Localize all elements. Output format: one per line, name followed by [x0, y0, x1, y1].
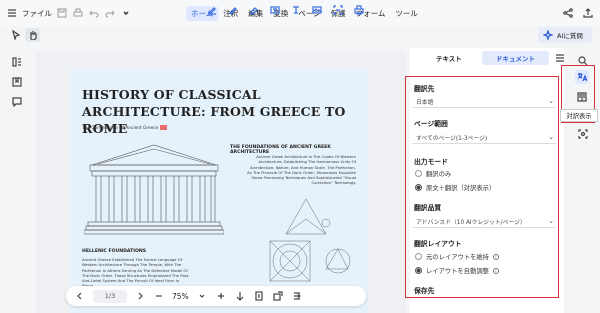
left-sidebar [0, 26, 40, 313]
fit-page-icon[interactable] [234, 290, 246, 302]
layout-option-keep[interactable]: 元のレイアウトを維持 i [415, 252, 499, 261]
radio-checked-icon [415, 184, 422, 191]
cornerstone-caption: The Cornerstone Of Ancient Greece [82, 125, 168, 131]
chevron-down-icon: ⌄ [548, 97, 554, 105]
next-page-icon[interactable] [134, 290, 146, 302]
ask-ai-label: AIに質問 [557, 32, 583, 40]
document-viewer[interactable]: HISTORY OF CLASSICAL ARCHITECTURE: FROM … [36, 52, 406, 313]
save-location-label: 保存先 [414, 287, 435, 295]
print-icon[interactable] [72, 7, 84, 19]
tab-document[interactable]: ドキュメント [482, 51, 549, 65]
bilingual-view-button[interactable] [575, 90, 589, 104]
cursor-icon [10, 29, 22, 41]
translate-icon [576, 71, 588, 83]
page-range-select[interactable]: すべてのページ(1-3ページ) ⌄ [412, 131, 556, 144]
zoom-out-icon[interactable] [153, 290, 165, 302]
hellenic-heading: HELLENIC FOUNDATIONS [82, 249, 147, 254]
layout-option-auto[interactable]: レイアウトを自動調整 i [415, 266, 499, 275]
eraser-tool-icon[interactable] [248, 4, 260, 16]
select-tool-button[interactable] [8, 28, 23, 42]
radio-checked-icon [415, 267, 422, 274]
file-menu[interactable]: ファイル [22, 8, 52, 19]
page-range-label: ページ範囲 [414, 120, 448, 128]
menu-tools[interactable]: ツール [390, 6, 423, 21]
text-box-tool-icon[interactable] [269, 4, 281, 16]
insert-text-tool-icon[interactable] [290, 4, 302, 16]
chevron-down-icon[interactable] [196, 290, 208, 302]
pen-tool-icon[interactable] [227, 4, 239, 16]
pdf-page: HISTORY OF CLASSICAL ARCHITECTURE: FROM … [70, 69, 368, 313]
page-navigator: 1/3 75% [66, 286, 366, 306]
ocr-tool-icon[interactable] [332, 4, 344, 16]
info-icon[interactable]: i [492, 267, 499, 274]
save-icon[interactable] [56, 7, 68, 19]
quality-value: アドバンスド（10 AIクレジット/ページ） [416, 219, 526, 226]
zoom-in-icon[interactable] [215, 290, 227, 302]
home-toolbar [206, 4, 365, 16]
undo-icon[interactable] [88, 7, 100, 19]
chevron-down-icon: ⌄ [548, 133, 554, 141]
zoom-level[interactable]: 75% [172, 292, 189, 301]
output-option-translation-only[interactable]: 翻訳のみ [415, 169, 451, 178]
layout-option-label: レイアウトを自動調整 [426, 268, 489, 275]
upload-icon[interactable] [582, 7, 594, 19]
translate-to-value: 日本語 [416, 99, 434, 106]
page-range-value: すべてのページ(1-3ページ) [416, 135, 488, 142]
hellenic-paragraph: Ancient Greece Established The Formal La… [82, 257, 190, 288]
hamburger-menu-icon[interactable] [6, 7, 18, 19]
scan-icon[interactable] [577, 128, 589, 140]
layout-label: 翻訳レイアウト [414, 240, 462, 248]
translate-button[interactable] [575, 70, 589, 84]
translate-to-select[interactable]: 日本語 ⌄ [412, 95, 556, 108]
translate-to-label: 翻訳先 [414, 85, 435, 93]
rotate-icon[interactable] [272, 290, 284, 302]
chevron-down-icon: ⌄ [548, 217, 554, 225]
geometry-diagram [269, 199, 351, 282]
radio-unchecked-icon [415, 253, 422, 260]
ai-sparkle-icon [542, 29, 554, 41]
comment-icon[interactable] [11, 96, 23, 108]
bilingual-tooltip: 対訳表示 [560, 109, 598, 122]
info-icon[interactable]: i [492, 253, 499, 260]
output-option-label: 翻訳のみ [426, 171, 452, 178]
chevron-down-icon[interactable] [120, 7, 132, 19]
share-icon[interactable] [562, 7, 574, 19]
quality-select[interactable]: アドバンスド（10 AIクレジット/ページ） ⌄ [412, 215, 556, 228]
highlight-tool-icon[interactable] [206, 4, 218, 16]
panel-tabs: テキスト ドキュメント [410, 51, 564, 65]
quality-label: 翻訳品質 [414, 204, 442, 212]
redo-icon[interactable] [104, 7, 116, 19]
cornerstone-text: The Cornerstone Of Ancient Greece [82, 126, 159, 131]
layout-option-label: 元のレイアウトを維持 [426, 254, 489, 261]
prev-page-icon[interactable] [74, 290, 86, 302]
parthenon-illustration [84, 144, 224, 235]
bookmark-icon[interactable] [11, 76, 23, 88]
hand-icon [27, 29, 39, 41]
thumbnails-icon[interactable] [11, 56, 23, 68]
foundations-paragraph: Ancient Greek Architecture Is The Cradle… [247, 154, 356, 186]
split-view-icon [576, 91, 588, 103]
output-mode-label: 出力モード [414, 158, 448, 166]
flag-icon [160, 125, 168, 130]
tab-text[interactable]: テキスト [428, 51, 470, 65]
single-page-icon[interactable] [253, 290, 265, 302]
image-tool-icon[interactable] [311, 4, 323, 16]
ask-ai-button[interactable]: AIに質問 [538, 27, 592, 43]
panel-menu-icon[interactable] [554, 52, 566, 64]
collapse-panel-icon[interactable] [291, 290, 303, 302]
radio-unchecked-icon [415, 170, 422, 177]
output-option-label: 原文＋翻訳（対訳表示） [426, 185, 496, 192]
page-number-input[interactable]: 1/3 [93, 289, 127, 303]
output-option-bilingual[interactable]: 原文＋翻訳（対訳表示） [415, 183, 495, 192]
hand-tool-button[interactable] [25, 28, 40, 42]
print-tool-icon[interactable] [353, 4, 365, 16]
